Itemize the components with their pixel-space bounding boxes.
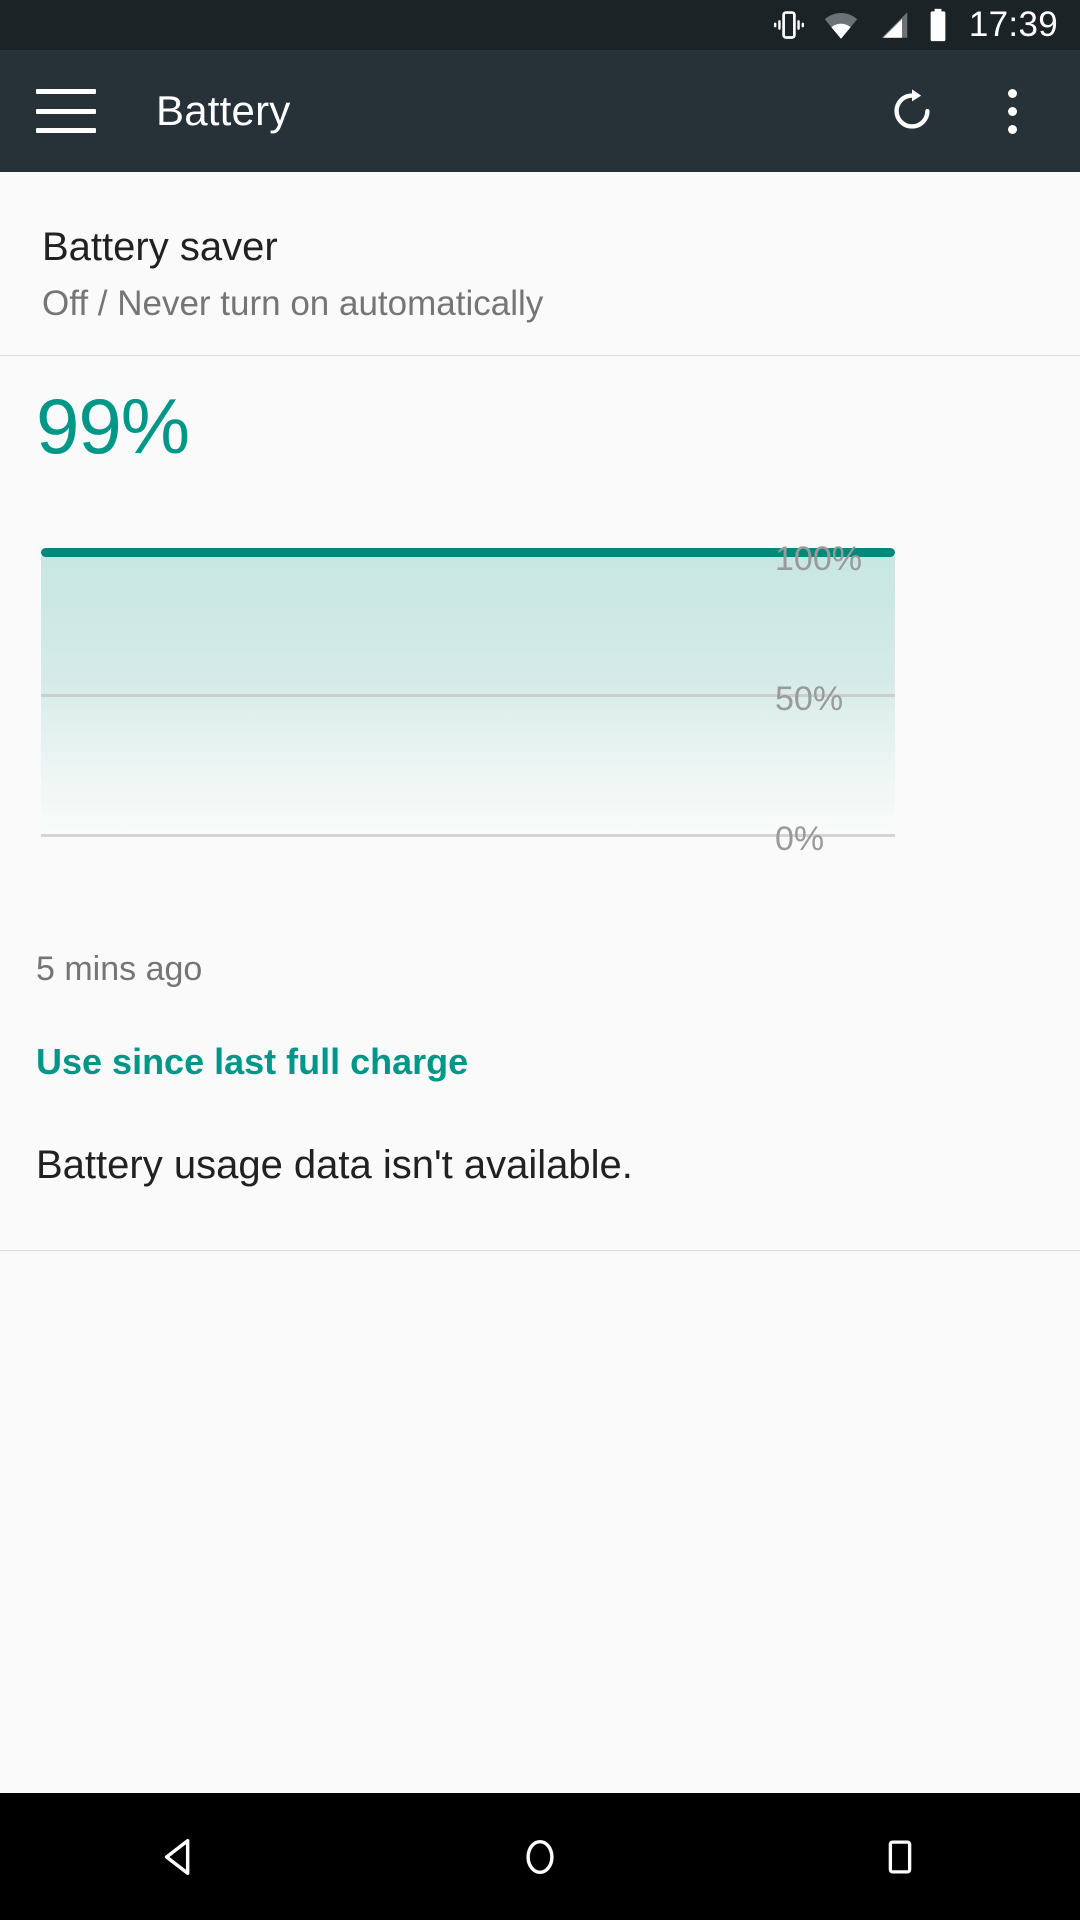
battery-saver-subtitle: Off / Never turn on automatically [42,284,544,323]
chart-level-line [41,547,895,557]
battery-percentage: 99% [36,382,190,470]
chart-time-ago-label: 5 mins ago [36,949,203,988]
cell-signal-icon [881,12,908,38]
nav-home-button[interactable] [450,1793,630,1920]
back-icon [164,1838,190,1875]
chart-gridline-0 [41,833,895,837]
app-bar: Battery [0,50,1080,172]
refresh-button[interactable] [866,65,958,157]
status-bar-icons [772,8,949,42]
wifi-icon [824,13,858,39]
battery-icon [930,8,946,42]
battery-history-chart: 100% 50% 0% [0,492,1080,932]
navigation-bar [0,1793,1080,1920]
app-bar-actions [866,65,1080,157]
home-icon [526,1839,554,1874]
phone-screen: 17:39 Battery Battery saver Off / Never … [0,0,1080,1920]
page-title: Battery [156,87,291,134]
battery-saver-row[interactable]: Battery saver Off / Never turn on automa… [0,172,1080,355]
vibrate-icon [773,11,804,39]
chart-axis-label-50: 50% [775,679,844,718]
main-content: Battery saver Off / Never turn on automa… [0,172,1080,1793]
overflow-menu-icon [1007,88,1017,134]
status-bar: 17:39 [0,0,1080,50]
chart-axis-label-100: 100% [775,539,862,578]
use-since-last-full-charge-row[interactable]: Use since last full charge [0,989,1080,1083]
status-bar-clock: 17:39 [968,5,1058,44]
refresh-icon [894,89,930,129]
hamburger-menu-icon[interactable] [36,89,96,133]
battery-saver-title: Battery saver [42,225,278,269]
chart-gridline-50 [41,693,895,697]
battery-usage-unavailable-note: Battery usage data isn't available. [36,1142,633,1187]
chart-axis-label-0: 0% [775,819,825,858]
overflow-menu-button[interactable] [966,65,1058,157]
use-since-last-full-charge-link[interactable]: Use since last full charge [36,1041,468,1083]
nav-back-button[interactable] [90,1793,270,1920]
recents-icon [888,1839,912,1874]
nav-recents-button[interactable] [810,1793,990,1920]
divider-bottom [0,1249,1080,1251]
